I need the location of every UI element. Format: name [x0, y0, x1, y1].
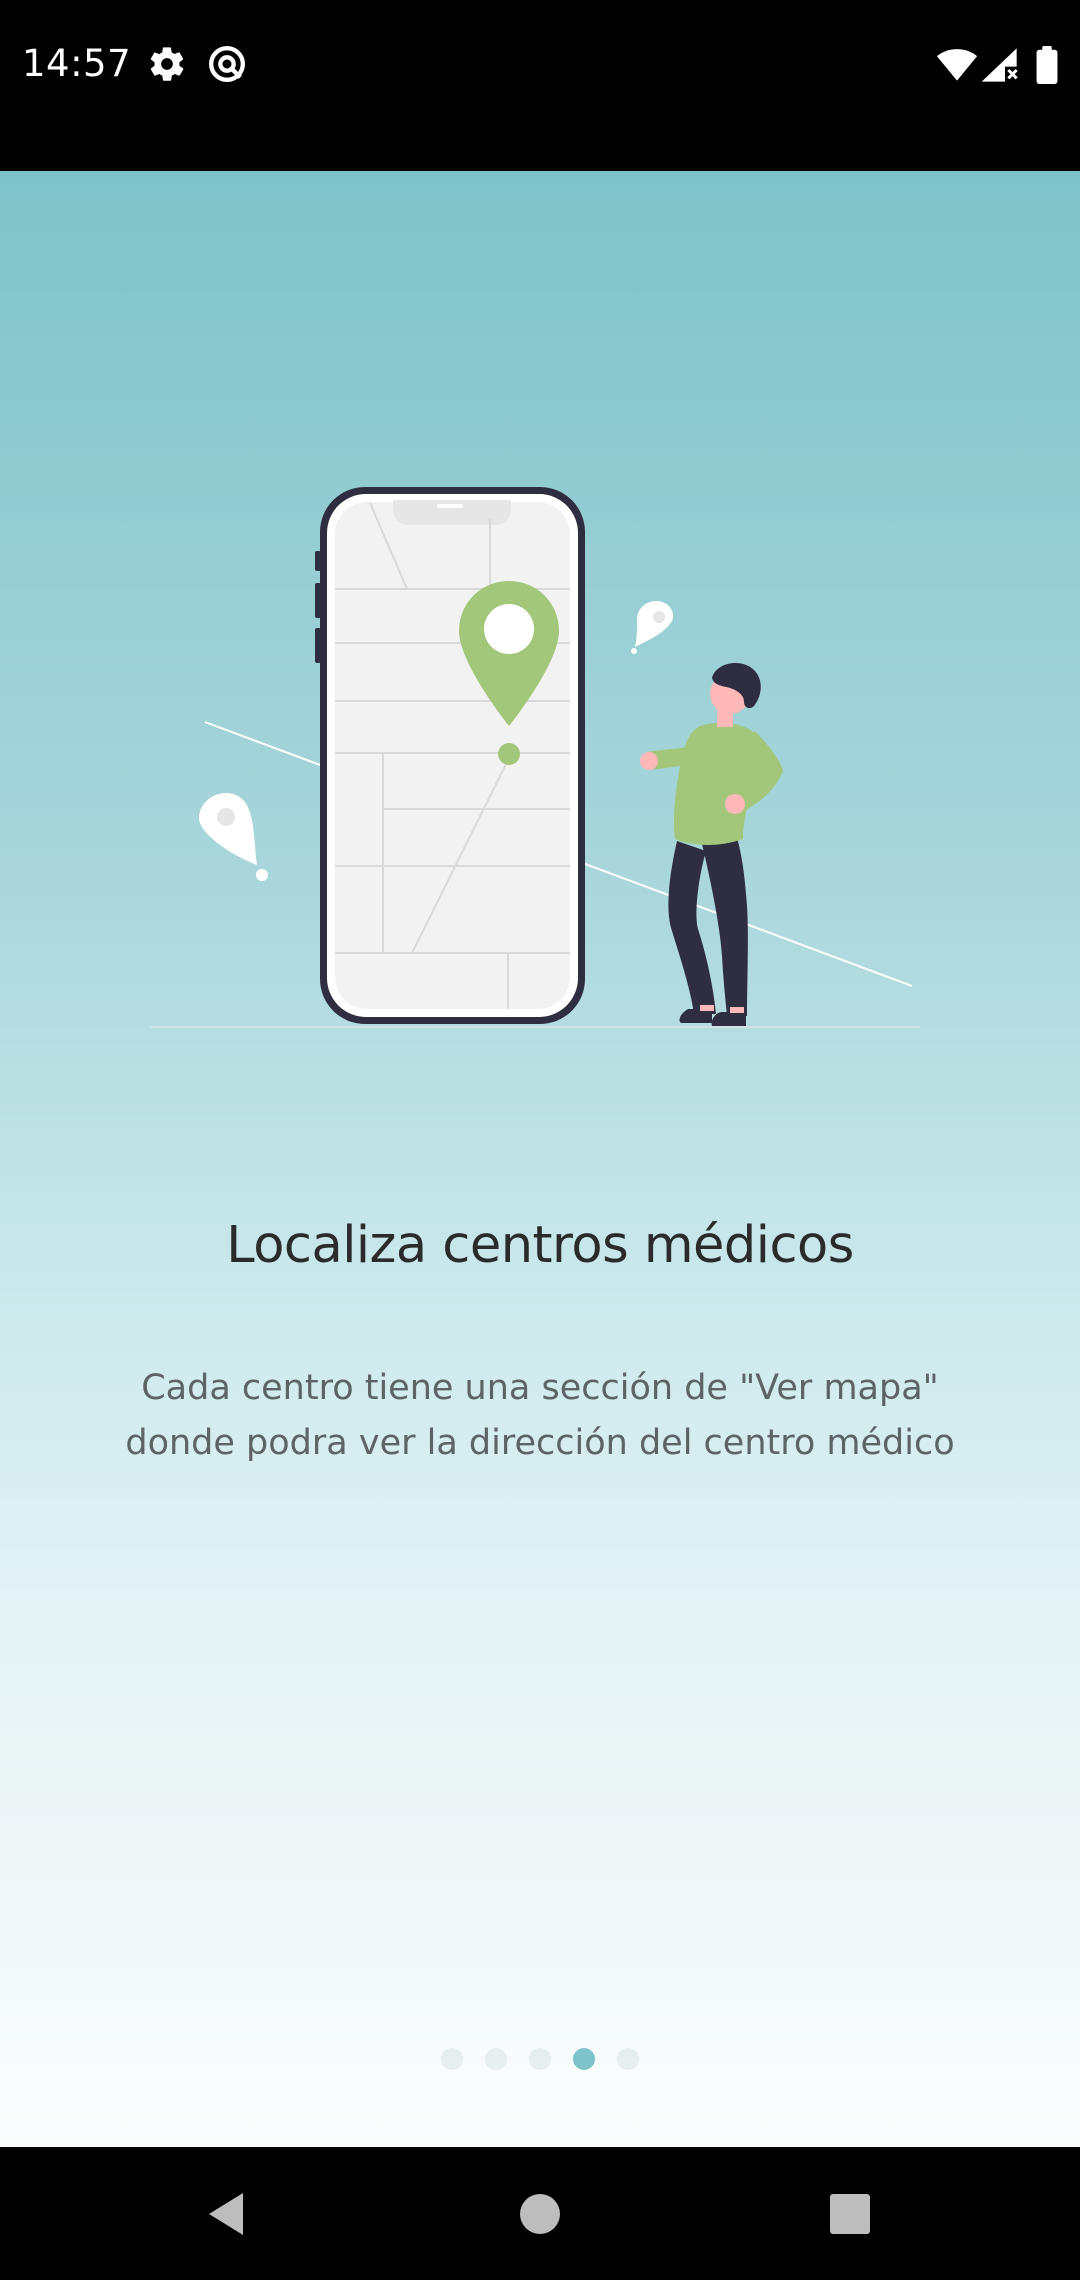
onboarding-page[interactable]: Localiza centros médicos Cada centro tie… — [0, 171, 1080, 2147]
sync-off-icon — [207, 44, 247, 89]
page-dot-4-active[interactable] — [573, 2048, 595, 2070]
navigation-bar — [0, 2147, 1080, 2280]
description-line-2: donde podra ver la dirección del centro … — [125, 1423, 955, 1463]
status-time: 14:57 — [22, 42, 132, 85]
battery-icon — [1035, 46, 1059, 89]
signal-icon — [980, 46, 1020, 89]
status-bar: 14:57 — [0, 0, 1080, 171]
page-dot-5[interactable] — [617, 2048, 639, 2070]
page-title: Localiza centros médicos — [226, 1216, 854, 1275]
recents-square-icon — [830, 2193, 870, 2234]
map-location-illustration — [150, 487, 920, 1028]
page-dot-3[interactable] — [529, 2048, 551, 2070]
home-circle-icon — [520, 2193, 560, 2234]
back-button[interactable] — [135, 2147, 315, 2280]
page-indicator — [0, 2048, 1080, 2070]
description-line-1: Cada centro tiene una sección de "Ver ma… — [141, 1368, 939, 1408]
page-dot-1[interactable] — [441, 2048, 463, 2070]
page-description: Cada centro tiene una sección de "Ver ma… — [90, 1361, 990, 1471]
home-button[interactable] — [450, 2147, 630, 2280]
back-triangle-icon — [209, 2192, 243, 2235]
recents-button[interactable] — [760, 2147, 940, 2280]
gear-icon — [147, 44, 187, 89]
screen: 14:57 Localiza centros médicos Cada cent… — [0, 0, 1080, 2280]
wifi-icon — [936, 46, 978, 87]
page-dot-2[interactable] — [485, 2048, 507, 2070]
